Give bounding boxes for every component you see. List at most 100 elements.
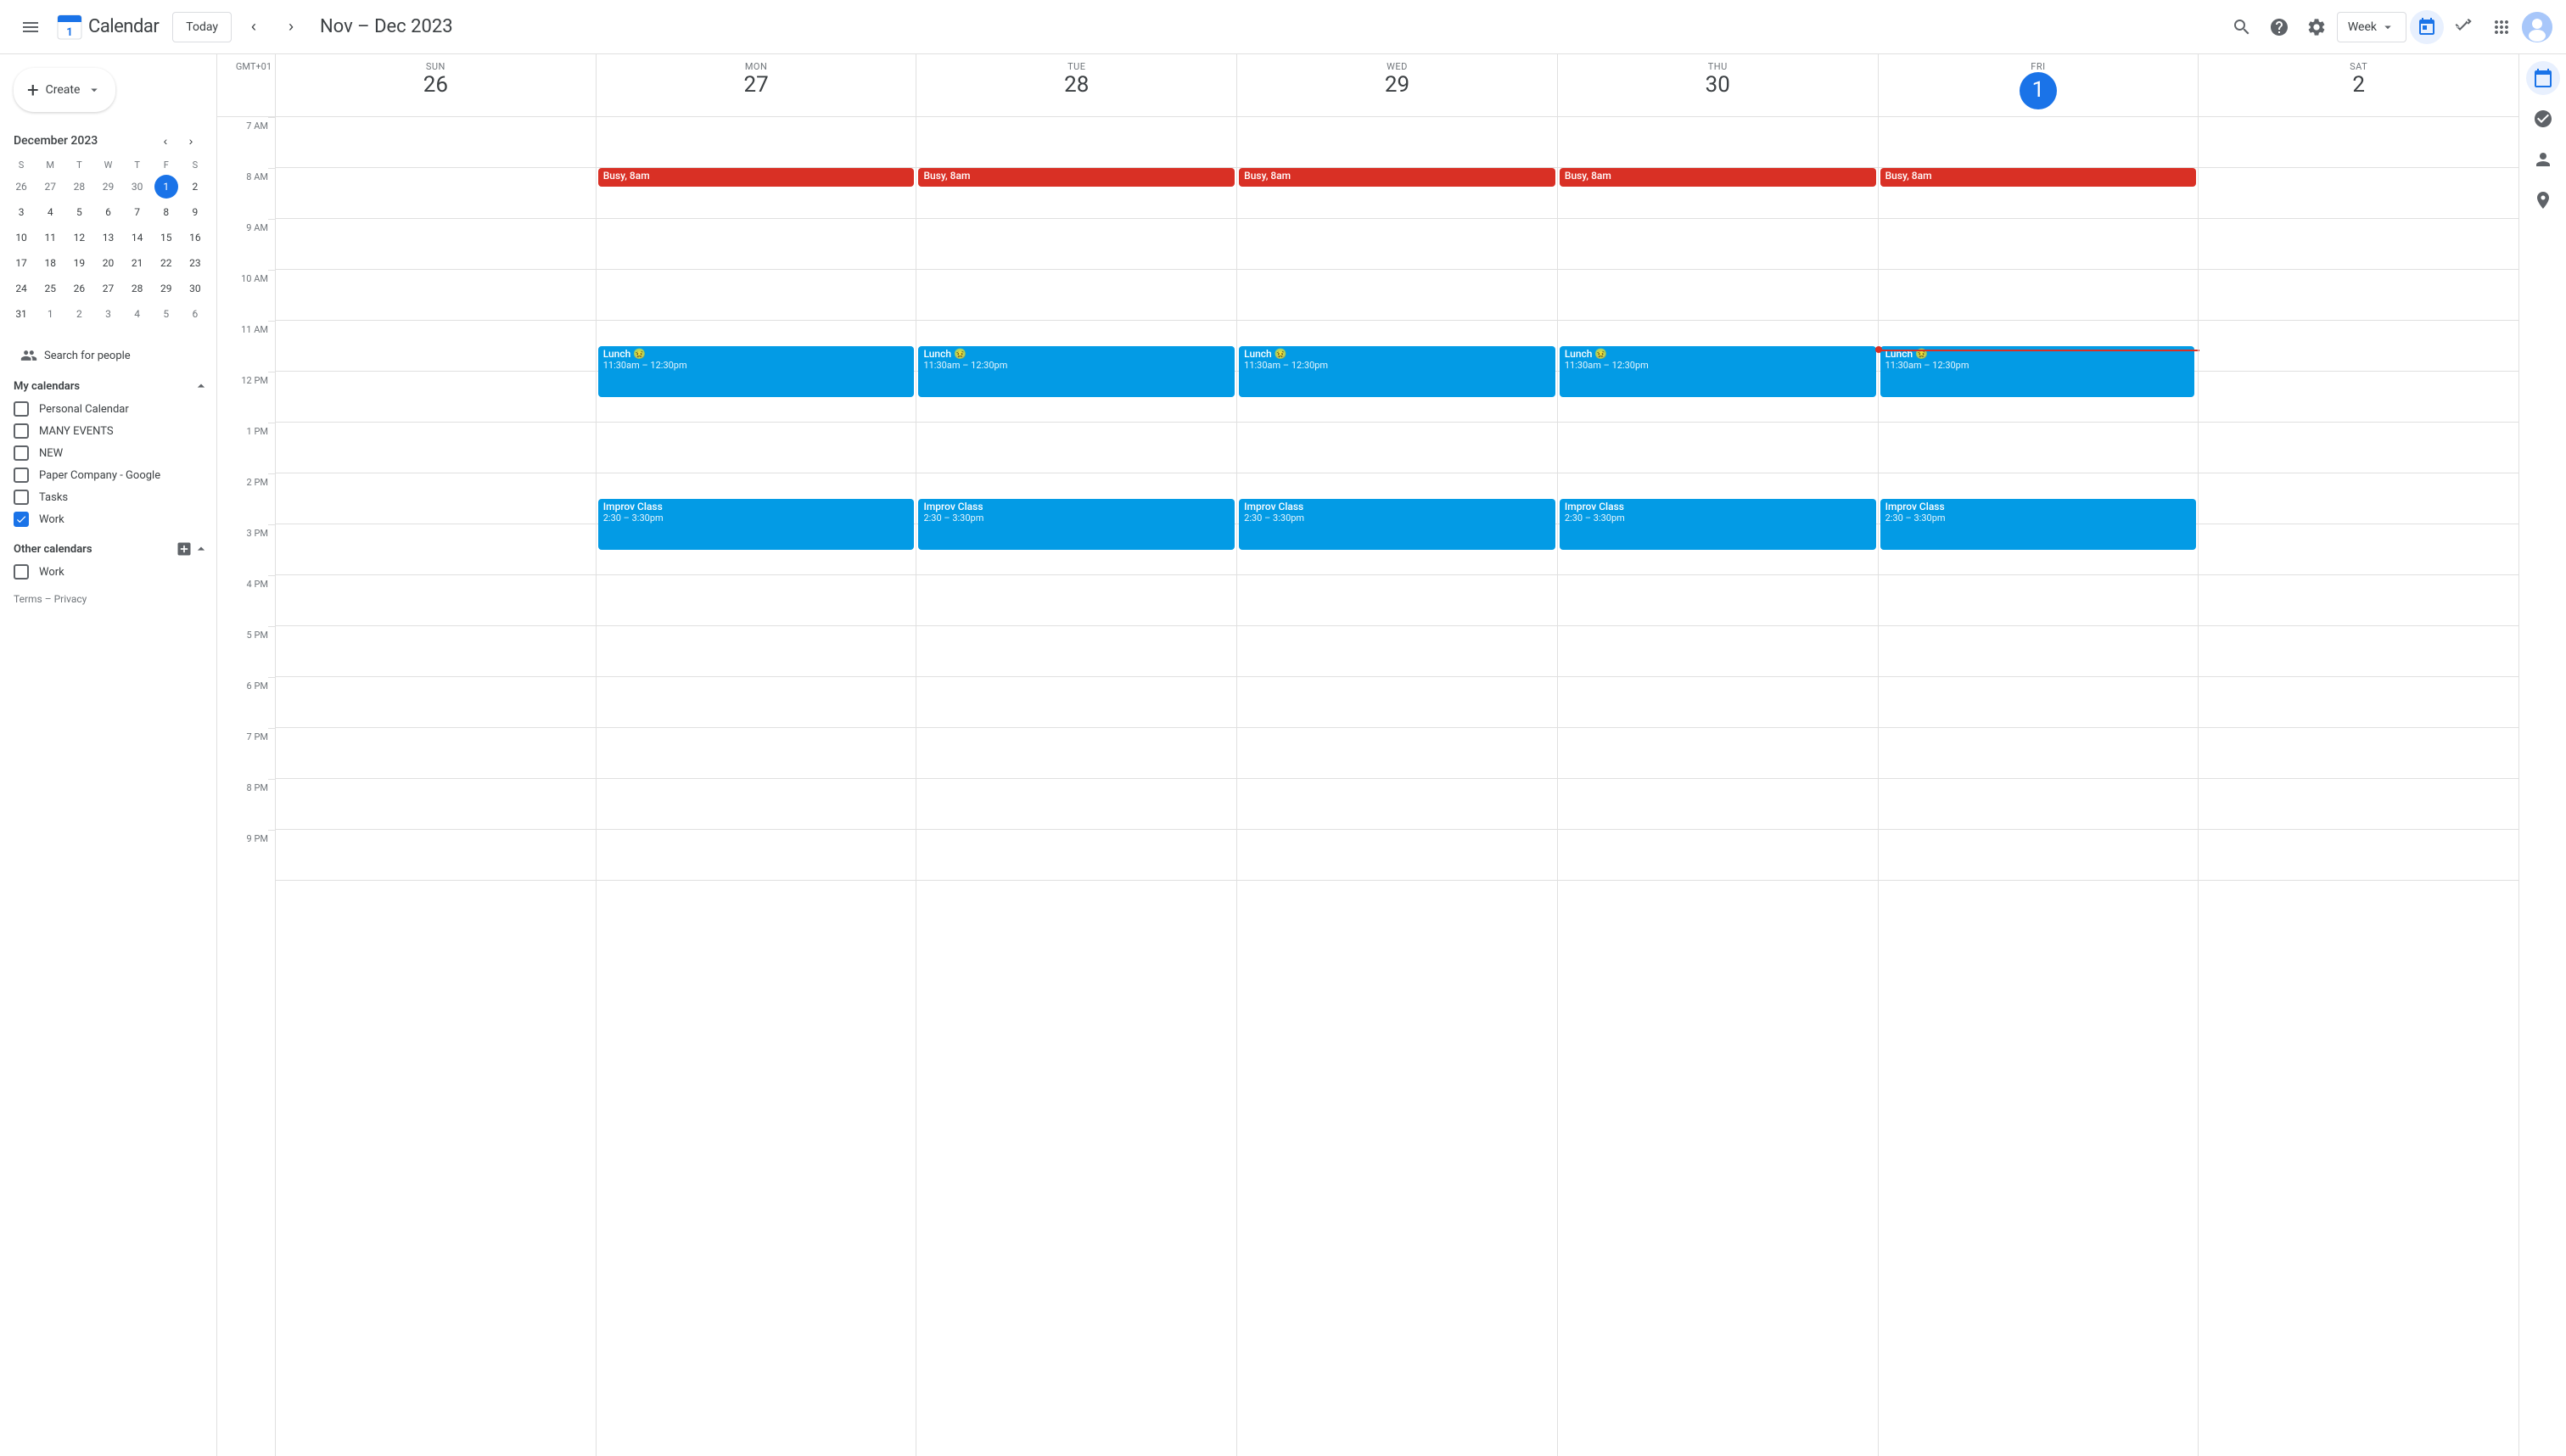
mini-day[interactable]: 13 [96,226,120,249]
right-maps-icon[interactable] [2526,183,2560,217]
mini-cal-prev[interactable]: ‹ [154,129,177,153]
day-column-3[interactable]: Busy, 8am Lunch 🤢11:30am – 12:30pm Improv … [1236,117,1557,1456]
mini-day[interactable]: 26 [67,277,91,300]
day-column-0[interactable] [275,117,596,1456]
next-button[interactable]: › [276,12,306,42]
mini-day[interactable]: 8 [154,200,178,224]
mini-day[interactable]: 31 [9,302,33,326]
day-column-2[interactable]: Busy, 8am Lunch 🤢11:30am – 12:30pm Improv … [916,117,1236,1456]
my-calendars-header[interactable]: My calendars [0,374,216,398]
day-column-4[interactable]: Busy, 8amLunch 🤢11:30am – 12:30pmImprov … [1557,117,1878,1456]
calendar-item-tasks[interactable]: Tasks [0,486,216,508]
mini-day[interactable]: 3 [96,302,120,326]
mini-day[interactable]: 16 [183,226,207,249]
improv-event[interactable]: Improv Class2:30 – 3:30pm [1880,499,2197,550]
mini-day[interactable]: 6 [183,302,207,326]
lunch-event[interactable]: Lunch 🤢11:30am – 12:30pm [1880,346,2195,397]
day-header-sun[interactable]: SUN26 [275,54,596,116]
mini-day[interactable]: 6 [96,200,120,224]
other-calendar-item-other-work[interactable]: Work [0,561,216,583]
menu-button[interactable] [14,10,48,44]
improv-event[interactable]: Improv Class2:30 – 3:30pm [1239,499,1555,550]
mini-day[interactable]: 9 [183,200,207,224]
calendar-item-paper[interactable]: Paper Company - Google [0,464,216,486]
right-check-icon[interactable] [2526,102,2560,136]
lunch-event[interactable]: Lunch 🤢11:30am – 12:30pm [598,346,915,397]
right-calendar-icon[interactable] [2526,61,2560,95]
day-header-wed[interactable]: WED29 [1236,54,1557,116]
apps-button[interactable] [2485,10,2518,44]
mini-day[interactable]: 27 [38,175,62,199]
avatar[interactable] [2522,12,2552,42]
mini-day[interactable]: 14 [126,226,149,249]
busy-event[interactable]: Busy, 8am [918,168,1235,187]
mini-day[interactable]: 26 [9,175,33,199]
view-selector[interactable]: Week [2337,12,2406,42]
help-button[interactable] [2262,10,2296,44]
mini-day[interactable]: 17 [9,251,33,275]
mini-day[interactable]: 27 [96,277,120,300]
right-person-icon[interactable] [2526,143,2560,176]
improv-event[interactable]: Improv Class2:30 – 3:30pm [1560,499,1876,550]
settings-button[interactable] [2300,10,2333,44]
improv-event[interactable]: Improv Class2:30 – 3:30pm [918,499,1235,550]
lunch-event[interactable]: Lunch 🤢11:30am – 12:30pm [1239,346,1555,397]
calendar-item-many[interactable]: MANY EVENTS [0,420,216,442]
calendar-checkbox-new[interactable] [14,445,29,461]
calendar-checkbox-many[interactable] [14,423,29,439]
mini-day[interactable]: 1 [154,175,178,199]
mini-day[interactable]: 15 [154,226,178,249]
calendar-checkbox-paper[interactable] [14,468,29,483]
calendar-view-button[interactable] [2410,10,2444,44]
mini-day[interactable]: 30 [183,277,207,300]
busy-event[interactable]: Busy, 8am [1560,168,1876,187]
mini-cal-next[interactable]: › [179,129,203,153]
busy-event[interactable]: Busy, 8am [1880,168,2197,187]
busy-event[interactable]: Busy, 8am [1239,168,1555,187]
day-header-mon[interactable]: MON27 [596,54,916,116]
day-header-thu[interactable]: THU30 [1557,54,1878,116]
privacy-link[interactable]: Privacy [54,593,87,605]
day-column-1[interactable]: Busy, 8amLunch 🤢11:30am – 12:30pmImprov … [596,117,916,1456]
mini-day[interactable]: 12 [67,226,91,249]
mini-day[interactable]: 22 [154,251,178,275]
mini-day[interactable]: 11 [38,226,62,249]
mini-day[interactable]: 20 [96,251,120,275]
mini-day[interactable]: 5 [154,302,178,326]
create-button[interactable]: + Create [14,68,115,112]
lunch-event[interactable]: Lunch 🤢11:30am – 12:30pm [918,346,1235,397]
mini-day[interactable]: 28 [126,277,149,300]
task-view-button[interactable] [2447,10,2481,44]
mini-day[interactable]: 28 [67,175,91,199]
calendar-checkbox-tasks[interactable] [14,490,29,505]
mini-day[interactable]: 25 [38,277,62,300]
today-button[interactable]: Today [172,12,232,42]
calendar-item-work[interactable]: Work [0,508,216,530]
mini-day[interactable]: 4 [126,302,149,326]
mini-day[interactable]: 30 [126,175,149,199]
calendar-checkbox-personal[interactable] [14,401,29,417]
calendar-item-personal[interactable]: Personal Calendar [0,398,216,420]
mini-day[interactable]: 18 [38,251,62,275]
mini-day[interactable]: 29 [154,277,178,300]
other-calendars-header[interactable]: Other calendars [0,537,216,561]
improv-event[interactable]: Improv Class2:30 – 3:30pm [598,499,915,550]
mini-day[interactable]: 2 [183,175,207,199]
mini-day[interactable]: 10 [9,226,33,249]
mini-day[interactable]: 4 [38,200,62,224]
calendar-checkbox-work[interactable] [14,512,29,527]
day-header-tue[interactable]: TUE28 [916,54,1236,116]
mini-day[interactable]: 21 [126,251,149,275]
mini-day[interactable]: 7 [126,200,149,224]
search-people-button[interactable]: Search for people [7,340,210,371]
other-calendar-checkbox-other-work[interactable] [14,564,29,580]
day-column-5[interactable]: Busy, 8am Lunch 🤢11:30am – 12:30pm Improv … [1878,117,2199,1456]
mini-day[interactable]: 3 [9,200,33,224]
mini-day[interactable]: 5 [67,200,91,224]
mini-day[interactable]: 24 [9,277,33,300]
day-column-6[interactable] [2198,117,2518,1456]
calendar-item-new[interactable]: NEW [0,442,216,464]
mini-day[interactable]: 1 [38,302,62,326]
terms-link[interactable]: Terms [14,593,42,605]
mini-day[interactable]: 23 [183,251,207,275]
